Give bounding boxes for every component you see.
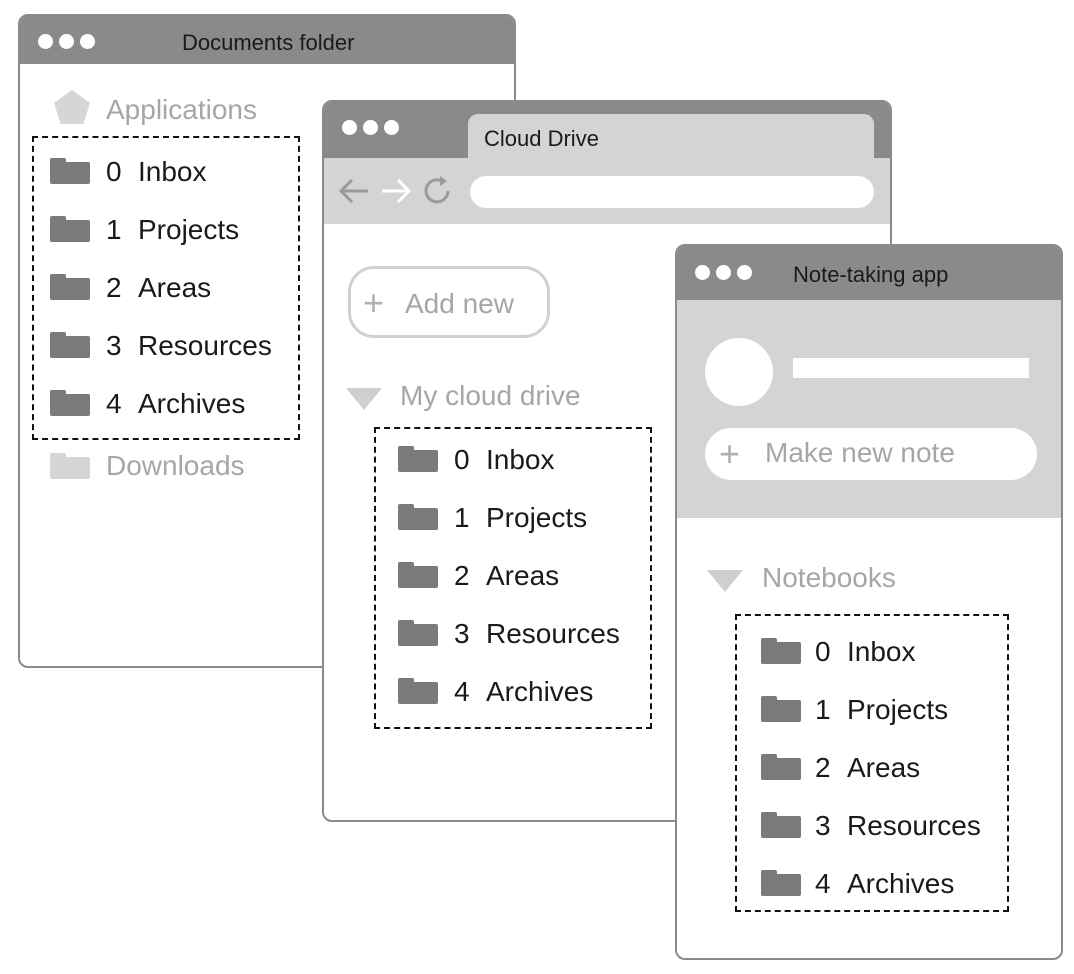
item-label: Areas	[847, 752, 921, 783]
item-number: 1	[454, 502, 470, 533]
make-new-note-label: Make new note	[765, 437, 955, 468]
folder-icon	[761, 812, 801, 838]
folder-icon	[761, 638, 801, 664]
window-controls[interactable]	[38, 34, 95, 49]
add-new-button[interactable]: + Add new	[348, 266, 550, 338]
downloads-label[interactable]: Downloads	[106, 450, 245, 482]
item-label: Archives	[847, 868, 955, 899]
folder-icon	[761, 696, 801, 722]
item-number: 2	[106, 272, 122, 303]
folder-icon	[50, 158, 90, 184]
notes-window-title: Note-taking app	[793, 262, 949, 287]
item-number: 0	[454, 444, 470, 475]
folder-icon	[398, 678, 438, 704]
folder-icon	[398, 446, 438, 472]
maximize-dot-icon[interactable]	[737, 265, 752, 280]
item-label: Inbox	[138, 156, 207, 187]
minimize-dot-icon[interactable]	[59, 34, 74, 49]
notes-titlebar: Note-taking app	[677, 246, 1061, 300]
section-notebooks[interactable]: Notebooks	[762, 562, 896, 594]
notes-profile-panel: + Make new note	[677, 300, 1061, 518]
item-label: Projects	[847, 694, 949, 725]
collapse-triangle-icon[interactable]	[346, 388, 382, 410]
documents-titlebar: Documents folder	[20, 16, 514, 64]
item-number: 0	[106, 156, 122, 187]
collapse-triangle-icon[interactable]	[707, 570, 743, 592]
item-number: 3	[815, 810, 831, 841]
item-number: 4	[815, 868, 831, 899]
close-dot-icon[interactable]	[695, 265, 710, 280]
item-label: Projects	[138, 214, 240, 245]
section-my-cloud-drive[interactable]: My cloud drive	[400, 380, 581, 412]
folder-icon	[398, 504, 438, 530]
item-number: 0	[815, 636, 831, 667]
item-label: Projects	[486, 502, 588, 533]
item-label: Resources	[847, 810, 981, 841]
item-label: Areas	[138, 272, 212, 303]
back-arrow-icon[interactable]	[338, 176, 370, 206]
item-number: 3	[106, 330, 122, 361]
minimize-dot-icon[interactable]	[363, 120, 378, 135]
applications-icon	[54, 90, 90, 124]
applications-label[interactable]: Applications	[106, 94, 257, 126]
folder-icon	[50, 390, 90, 416]
address-bar[interactable]	[470, 176, 874, 208]
folder-icon	[398, 620, 438, 646]
documents-window-title: Documents folder	[182, 30, 355, 55]
folder-icon	[398, 562, 438, 588]
item-label: Inbox	[847, 636, 916, 667]
tab-title: Cloud Drive	[484, 126, 599, 151]
window-controls[interactable]	[695, 265, 752, 280]
reload-icon[interactable]	[420, 174, 454, 208]
item-number: 1	[815, 694, 831, 725]
folder-icon	[50, 216, 90, 242]
item-number: 4	[454, 676, 470, 707]
folder-icon	[50, 332, 90, 358]
make-new-note-button[interactable]: + Make new note	[705, 428, 1037, 480]
item-label: Resources	[138, 330, 272, 361]
browser-toolbar	[324, 158, 890, 224]
item-label: Archives	[138, 388, 246, 419]
item-label: Areas	[486, 560, 560, 591]
folder-icon	[50, 274, 90, 300]
plus-icon: +	[719, 433, 741, 474]
minimize-dot-icon[interactable]	[716, 265, 731, 280]
item-number: 1	[106, 214, 122, 245]
item-label: Archives	[486, 676, 594, 707]
plus-icon: +	[363, 282, 385, 323]
close-dot-icon[interactable]	[342, 120, 357, 135]
item-number: 4	[106, 388, 122, 419]
username-placeholder	[793, 358, 1029, 378]
browser-titlebar: Cloud Drive	[324, 102, 890, 158]
browser-tab[interactable]: Cloud Drive	[468, 114, 874, 158]
forward-arrow-icon[interactable]	[380, 176, 412, 206]
close-dot-icon[interactable]	[38, 34, 53, 49]
item-number: 3	[454, 618, 470, 649]
maximize-dot-icon[interactable]	[384, 120, 399, 135]
folder-icon	[761, 754, 801, 780]
item-number: 2	[815, 752, 831, 783]
item-label: Resources	[486, 618, 620, 649]
maximize-dot-icon[interactable]	[80, 34, 95, 49]
add-new-label: Add new	[405, 288, 514, 319]
downloads-folder-icon	[50, 453, 90, 479]
window-controls[interactable]	[342, 120, 399, 135]
item-label: Inbox	[486, 444, 555, 475]
avatar[interactable]	[705, 338, 773, 406]
folder-icon	[761, 870, 801, 896]
item-number: 2	[454, 560, 470, 591]
note-taking-window: Note-taking app + Make new note Notebook…	[675, 244, 1063, 960]
